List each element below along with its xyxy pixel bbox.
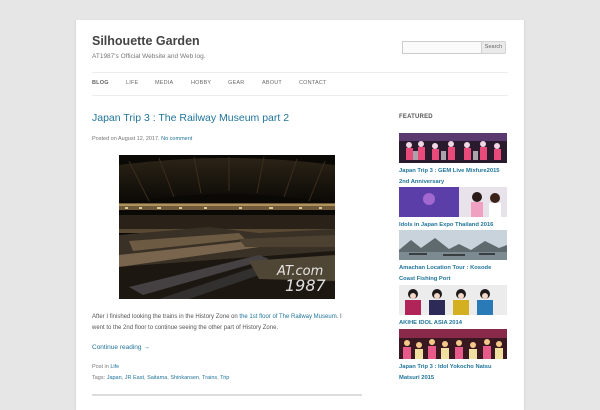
post-meta: Posted on August 12, 2017. No comment <box>92 136 192 142</box>
featured-item[interactable]: Idols in Japan Expo Thailand 2016 <box>399 187 507 231</box>
featured-thumbnail[interactable] <box>399 187 507 217</box>
site-description: AT1987's Official Website and Web log. <box>92 53 206 60</box>
featured-thumbnail[interactable] <box>399 133 507 163</box>
nav-item-about[interactable]: ABOUT <box>262 73 282 93</box>
featured-thumbnail[interactable] <box>399 329 507 359</box>
post-featured-image[interactable]: AT.com 1987 <box>119 155 335 299</box>
page-container: Silhouette Garden AT1987's Official Webs… <box>76 20 524 410</box>
excerpt-text-start: After I finished looking the trains in t… <box>92 314 240 320</box>
tag-link[interactable]: Trip <box>220 375 229 381</box>
featured-thumbnail[interactable] <box>399 230 507 260</box>
nav-item-media[interactable]: MEDIA <box>155 73 173 93</box>
featured-item[interactable]: Amachan Location Tour : Kosode Coast Fis… <box>399 230 507 284</box>
featured-item[interactable]: AKIHE IDOL ASIA 2014 <box>399 285 507 329</box>
category-link-life[interactable]: Life <box>110 364 119 370</box>
tags-prefix: Tags: <box>92 375 106 381</box>
site-title[interactable]: Silhouette Garden <box>92 34 200 48</box>
search-input[interactable] <box>402 41 482 54</box>
tag-link[interactable]: Saitama <box>147 375 167 381</box>
featured-thumbnail[interactable] <box>399 285 507 315</box>
featured-title[interactable]: Japan Trip 3 : GEM Live Mixfure2015 2nd … <box>399 166 507 187</box>
post-date: Posted on August 12, 2017. <box>92 136 160 142</box>
search-button[interactable]: Search <box>481 41 506 54</box>
category-prefix: Post in <box>92 364 109 370</box>
comments-link[interactable]: No comment <box>161 136 192 142</box>
nav-item-blog[interactable]: BLOG <box>92 73 109 93</box>
post-category: Post in Life <box>92 364 119 370</box>
svg-text:1987: 1987 <box>285 276 327 295</box>
tag-link[interactable]: Trains <box>202 375 217 381</box>
post-excerpt: After I finished looking the trains in t… <box>92 312 355 334</box>
nav-item-contact[interactable]: CONTACT <box>299 73 327 93</box>
featured-heading: FEATURED <box>399 114 433 120</box>
post-divider <box>92 394 362 396</box>
post-tags: Tags: Japan, JR East, Saitama, Shinkanse… <box>92 375 230 381</box>
tag-link[interactable]: Japan <box>107 375 122 381</box>
featured-title[interactable]: Amachan Location Tour : Kosode Coast Fis… <box>399 263 507 284</box>
featured-item[interactable]: Japan Trip 3 : Idol Yokocho Natsu Matsur… <box>399 329 507 383</box>
featured-item[interactable]: Japan Trip 3 : GEM Live Mixfure2015 2nd … <box>399 133 507 187</box>
nav-item-life[interactable]: LIFE <box>126 73 138 93</box>
tag-link[interactable]: JR East <box>125 375 144 381</box>
nav-item-gear[interactable]: GEAR <box>228 73 244 93</box>
excerpt-link[interactable]: the 1st floor of The Railway Museum <box>239 314 336 320</box>
main-navigation: BLOG LIFE MEDIA HOBBY GEAR ABOUT CONTACT <box>92 72 508 96</box>
featured-title[interactable]: Japan Trip 3 : Idol Yokocho Natsu Matsur… <box>399 362 507 383</box>
featured-title[interactable]: Idols in Japan Expo Thailand 2016 <box>399 220 507 231</box>
continue-reading-link[interactable]: Continue reading → <box>92 344 150 351</box>
featured-title[interactable]: AKIHE IDOL ASIA 2014 <box>399 318 507 329</box>
nav-item-hobby[interactable]: HOBBY <box>191 73 211 93</box>
post-title[interactable]: Japan Trip 3 : The Railway Museum part 2 <box>92 112 289 124</box>
tag-link[interactable]: Shinkansen <box>170 375 199 381</box>
